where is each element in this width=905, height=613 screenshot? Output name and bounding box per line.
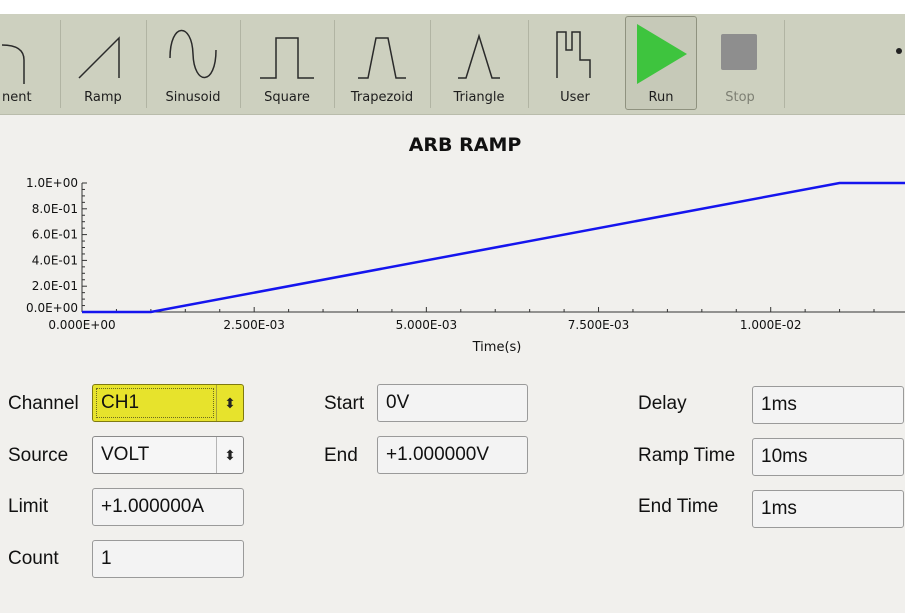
tool-user[interactable]: User <box>530 14 620 114</box>
end-time-label: End Time <box>638 496 719 517</box>
count-field-value: 1 <box>101 548 112 569</box>
tool-triangle-label: Triangle <box>453 90 505 105</box>
end-field[interactable]: +1.000000V <box>377 436 528 474</box>
limit-field-value: +1.000000A <box>101 496 205 517</box>
overflow-indicator-icon[interactable] <box>896 48 902 54</box>
y-tick-label: 1.0E+00 <box>26 176 78 190</box>
chart-series <box>82 181 905 314</box>
chart-title: ARB RAMP <box>409 134 522 156</box>
stop-button-label: Stop <box>725 90 755 105</box>
tool-nent[interactable]: nent <box>0 14 58 114</box>
start-field[interactable]: 0V <box>377 384 528 422</box>
delay-field[interactable]: 1ms <box>752 386 904 424</box>
y-tick-label: 8.0E-01 <box>32 202 78 216</box>
channel-label: Channel <box>8 393 79 414</box>
tool-trapezoid-label: Trapezoid <box>350 90 414 105</box>
y-tick-label: 6.0E-01 <box>32 228 78 242</box>
count-label: Count <box>8 548 59 569</box>
toolbar-divider <box>430 20 431 108</box>
arb-ramp-chart: ARB RAMP 0.0E+00 2.0E-01 4.0E-01 6.0E-01 8.0… <box>26 134 905 355</box>
x-tick-label: 2.500E-03 <box>223 318 285 332</box>
end-field-value: +1.000000V <box>386 444 490 465</box>
series-line <box>82 181 905 314</box>
updown-arrows-icon: ⬍ <box>216 385 243 421</box>
updown-arrows-icon: ⬍ <box>216 437 243 473</box>
start-field-value: 0V <box>386 392 410 413</box>
limit-label: Limit <box>8 496 49 517</box>
x-axis-label: Time(s) <box>472 340 522 355</box>
delay-field-value: 1ms <box>761 394 797 415</box>
count-field[interactable]: 1 <box>92 540 244 578</box>
play-icon <box>625 20 697 86</box>
stop-icon <box>700 20 780 86</box>
source-select-value: VOLT <box>101 444 150 465</box>
ramp-time-label: Ramp Time <box>638 445 736 466</box>
toolbar-divider <box>528 20 529 108</box>
toolbar-divider <box>334 20 335 108</box>
stop-button[interactable]: Stop <box>700 14 780 114</box>
y-tick-label: 2.0E-01 <box>32 279 78 293</box>
tool-user-label: User <box>560 90 590 105</box>
ramp-time-field[interactable]: 10ms <box>752 438 904 476</box>
x-tick-label: 1.000E-02 <box>740 318 802 332</box>
toolbar-divider <box>784 20 785 108</box>
delay-label: Delay <box>638 393 687 414</box>
tool-nent-label: nent <box>2 90 32 105</box>
start-label: Start <box>324 393 365 414</box>
end-time-field-value: 1ms <box>761 498 797 519</box>
sine-wave-icon <box>148 20 238 86</box>
end-label: End <box>324 445 358 466</box>
square-wave-icon <box>242 20 332 86</box>
end-time-field[interactable]: 1ms <box>752 490 904 528</box>
x-tick-label: 0.000E+00 <box>48 318 115 332</box>
trapezoid-wave-icon <box>336 20 428 86</box>
exponent-wave-icon <box>0 20 58 86</box>
x-tick-label: 5.000E-03 <box>396 318 458 332</box>
source-label: Source <box>8 445 69 466</box>
run-button-label: Run <box>648 90 674 105</box>
tool-square-label: Square <box>264 90 310 105</box>
source-select[interactable]: VOLT ⬍ <box>92 436 244 474</box>
focus-ring <box>96 388 214 418</box>
tool-square[interactable]: Square <box>242 14 332 114</box>
user-wave-icon <box>530 20 620 86</box>
toolbar-divider <box>240 20 241 108</box>
tool-ramp-label: Ramp <box>84 90 122 105</box>
ramp-wave-icon <box>62 20 144 86</box>
channel-select[interactable]: CH1 ⬍ <box>92 384 244 422</box>
x-tick-label: 7.500E-03 <box>568 318 630 332</box>
top-strip <box>0 0 905 14</box>
y-tick-label: 4.0E-01 <box>32 253 78 267</box>
tool-triangle[interactable]: Triangle <box>432 14 526 114</box>
limit-field[interactable]: +1.000000A <box>92 488 244 526</box>
tool-trapezoid[interactable]: Trapezoid <box>336 14 428 114</box>
tool-ramp[interactable]: Ramp <box>62 14 144 114</box>
triangle-wave-icon <box>432 20 526 86</box>
waveform-toolbar: nent Ramp Sinusoid Square Trapezoid Tria… <box>0 14 905 115</box>
tool-sinusoid[interactable]: Sinusoid <box>148 14 238 114</box>
y-tick-label: 0.0E+00 <box>26 301 78 315</box>
ramp-time-field-value: 10ms <box>761 446 808 467</box>
toolbar-divider <box>60 20 61 108</box>
tool-sinusoid-label: Sinusoid <box>165 90 221 105</box>
toolbar-divider <box>146 20 147 108</box>
run-button[interactable]: Run <box>625 14 697 114</box>
